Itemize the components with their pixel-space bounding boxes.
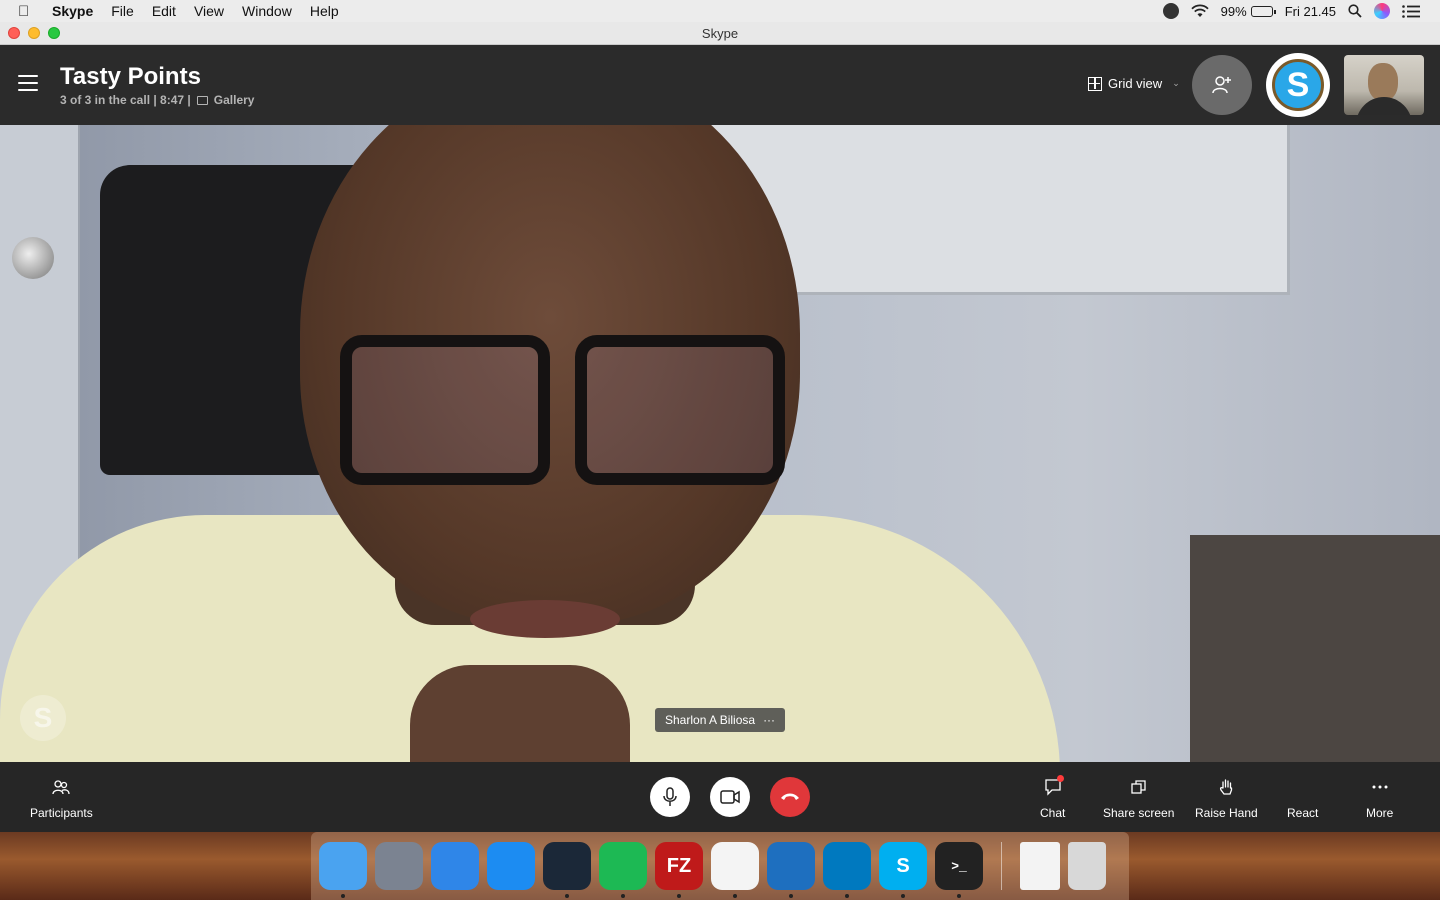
dock: FZ S >_ — [311, 832, 1129, 900]
launchpad-icon[interactable] — [375, 842, 423, 890]
more-button[interactable]: More — [1366, 778, 1393, 820]
react-button[interactable]: React — [1287, 806, 1318, 820]
battery-icon — [1250, 5, 1276, 17]
self-video-thumbnail[interactable] — [1344, 55, 1424, 115]
vpn-check-icon[interactable] — [1162, 3, 1179, 19]
grid-icon — [1088, 76, 1102, 91]
menu-window[interactable]: Window — [242, 3, 292, 19]
app-store-icon[interactable] — [487, 842, 535, 890]
add-participant-button[interactable] — [1192, 55, 1252, 115]
grid-view-dropdown[interactable]: Grid view ⌄ — [1088, 76, 1180, 91]
clock[interactable]: Fri 21.45 — [1285, 4, 1336, 19]
call-participant-count: 3 of 3 in the call | 8:47 | — [60, 93, 191, 107]
share-screen-button[interactable]: Share screen — [1103, 778, 1174, 820]
chat-label: Chat — [1040, 806, 1066, 820]
participant-name-tag[interactable]: Sharlon A Biliosa ··· — [655, 708, 786, 732]
hang-up-icon — [781, 793, 799, 800]
menu-edit[interactable]: Edit — [152, 3, 176, 19]
trash-icon[interactable] — [1068, 842, 1106, 890]
steam-icon[interactable] — [543, 842, 591, 898]
skype-dock-icon[interactable]: S — [879, 842, 927, 898]
wifi-icon[interactable] — [1191, 4, 1209, 18]
participants-label: Participants — [30, 806, 93, 820]
minimize-window-button[interactable] — [28, 27, 40, 39]
fullscreen-window-button[interactable] — [48, 27, 60, 39]
menu-file[interactable]: File — [111, 3, 134, 19]
chevron-down-icon: ⌄ — [1172, 78, 1180, 88]
close-window-button[interactable] — [8, 27, 20, 39]
participant-more-icon[interactable]: ··· — [763, 713, 775, 727]
call-status: 3 of 3 in the call | 8:47 | Gallery — [60, 93, 254, 107]
toggle-video-button[interactable] — [710, 777, 750, 817]
window-controls — [8, 27, 60, 39]
chat-button[interactable]: Chat — [1040, 775, 1066, 820]
skype-watermark-icon: S — [20, 695, 66, 741]
window-title: Skype — [701, 26, 739, 41]
share-screen-icon — [1131, 780, 1146, 794]
call-title: Tasty Points — [60, 63, 201, 90]
status-area: 99% Fri 21.45 — [1162, 3, 1440, 19]
terminal-icon[interactable]: >_ — [935, 842, 983, 898]
safari-icon[interactable] — [431, 842, 479, 890]
menu-view[interactable]: View — [194, 3, 224, 19]
share-screen-label: Share screen — [1103, 806, 1175, 820]
end-call-button[interactable] — [770, 777, 810, 817]
gallery-icon — [196, 95, 208, 105]
more-dots-icon — [1372, 785, 1388, 789]
battery-indicator[interactable]: 99% — [1220, 3, 1276, 19]
participants-button[interactable]: Participants — [30, 778, 93, 820]
video-camera-icon — [720, 790, 740, 804]
microphone-icon — [663, 787, 677, 806]
view-mode-label[interactable]: Gallery — [214, 93, 255, 107]
unread-indicator — [1056, 775, 1064, 782]
mute-microphone-button[interactable] — [650, 777, 690, 817]
vscode-icon[interactable] — [767, 842, 815, 898]
menu-help[interactable]: Help — [310, 3, 339, 19]
apple-menu-icon[interactable]:  — [18, 3, 38, 20]
window-titlebar: Skype — [0, 22, 1440, 45]
raise-hand-button[interactable]: Raise Hand — [1195, 778, 1258, 820]
notification-center-icon[interactable] — [1402, 4, 1420, 18]
participant-name: Sharlon A Biliosa — [665, 713, 756, 727]
skype-logo-icon: S — [1272, 59, 1324, 111]
add-person-icon — [1212, 76, 1231, 94]
chat-icon — [1044, 775, 1064, 796]
main-video-feed[interactable]: S Sharlon A Biliosa ··· — [0, 125, 1440, 762]
menu-bar:  Skype File Edit View Window Help 99% F… — [0, 0, 1440, 22]
filezilla-icon[interactable]: FZ — [655, 842, 703, 898]
siri-icon[interactable] — [1374, 3, 1390, 19]
raise-hand-icon — [1220, 779, 1233, 795]
participants-icon — [52, 780, 70, 795]
participant-avatar-skype[interactable]: S — [1266, 53, 1330, 117]
call-header: Tasty Points 3 of 3 in the call | 8:47 |… — [0, 45, 1440, 125]
grid-view-label: Grid view — [1108, 76, 1163, 91]
spotlight-search-icon[interactable] — [1348, 4, 1362, 18]
chrome-icon[interactable] — [711, 842, 759, 898]
document-icon[interactable] — [1020, 842, 1060, 890]
call-controls-bar: Participants Chat Share screen Raise Han… — [0, 762, 1440, 832]
spotify-icon[interactable] — [599, 842, 647, 898]
hamburger-menu-icon[interactable] — [18, 75, 38, 91]
raise-hand-label: Raise Hand — [1195, 806, 1258, 820]
trello-icon[interactable] — [823, 842, 871, 898]
dock-separator — [1001, 842, 1002, 890]
menu-app-skype[interactable]: Skype — [52, 3, 93, 19]
battery-percent: 99% — [1220, 3, 1247, 19]
react-label: React — [1287, 806, 1319, 820]
finder-icon[interactable] — [319, 842, 367, 898]
more-label: More — [1366, 806, 1394, 820]
